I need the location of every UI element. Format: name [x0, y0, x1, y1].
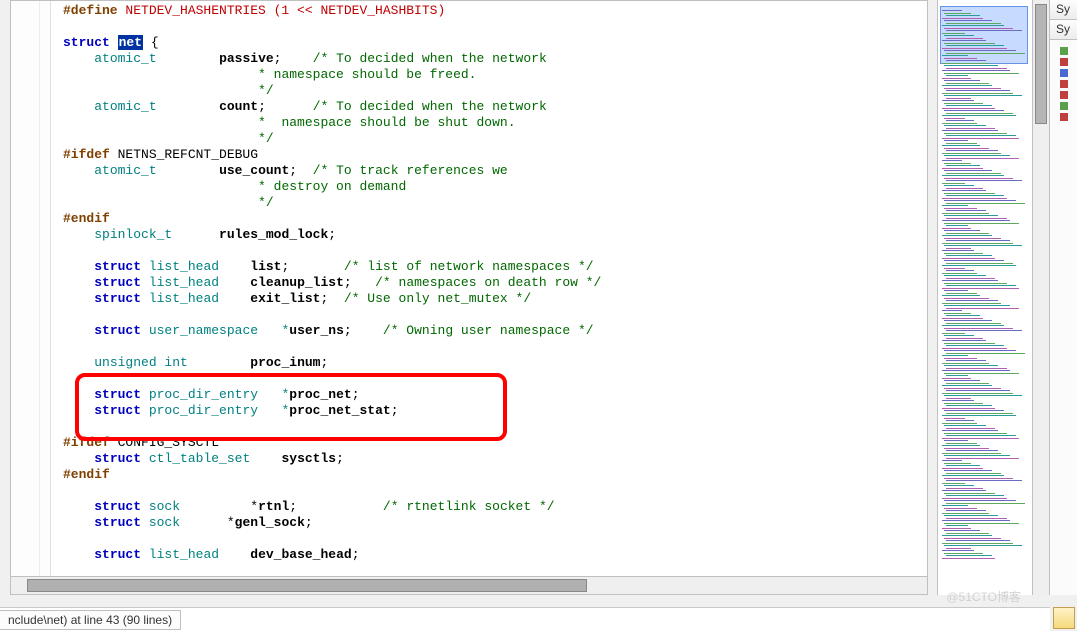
- panel-item-icon: [1060, 69, 1068, 77]
- panel-item-icon: [1060, 80, 1068, 88]
- code-line: * destroy on demand: [63, 179, 927, 195]
- highlighted-struct-name: net: [118, 35, 143, 50]
- code-line: struct sock *genl_sock;: [63, 515, 927, 531]
- code-line: */: [63, 131, 927, 147]
- horizontal-scrollbar[interactable]: [11, 576, 927, 594]
- code-line: struct list_head list; /* list of networ…: [63, 259, 927, 275]
- panel-tab-1[interactable]: Sy: [1050, 0, 1077, 20]
- code-line: struct ctl_table_set sysctls;: [63, 451, 927, 467]
- code-line: struct list_head cleanup_list; /* namesp…: [63, 275, 927, 291]
- code-line: #define NETDEV_HASHENTRIES (1 << NETDEV_…: [63, 3, 927, 19]
- code-line: struct proc_dir_entry *proc_net;: [63, 387, 927, 403]
- symbols-panel: Sy Sy: [1049, 0, 1077, 595]
- code-line: struct user_namespace *user_ns; /* Ownin…: [63, 323, 927, 339]
- panel-item-icon: [1060, 102, 1068, 110]
- status-bar: nclude\net) at line 43 (90 lines): [0, 607, 1050, 631]
- code-line: struct list_head dev_base_head;: [63, 547, 927, 563]
- panel-tab-2[interactable]: Sy: [1050, 20, 1077, 40]
- code-line: struct sock *rtnl; /* rtnetlink socket *…: [63, 499, 927, 515]
- code-line: * namespace should be freed.: [63, 67, 927, 83]
- code-content[interactable]: #define NETDEV_HASHENTRIES (1 << NETDEV_…: [53, 1, 927, 594]
- panel-item-icon: [1060, 113, 1068, 121]
- panel-item-icon: [1060, 91, 1068, 99]
- code-line: #endif: [63, 211, 927, 227]
- code-line: struct list_head exit_list; /* Use only …: [63, 291, 927, 307]
- code-line: unsigned int proc_inum;: [63, 355, 927, 371]
- corner-icon[interactable]: [1053, 607, 1075, 629]
- panel-body: [1050, 40, 1077, 121]
- code-line: struct net {: [63, 35, 927, 51]
- code-line: */: [63, 195, 927, 211]
- code-line: atomic_t passive; /* To decided when the…: [63, 51, 927, 67]
- code-line: * namespace should be shut down.: [63, 115, 927, 131]
- code-line: atomic_t use_count; /* To track referenc…: [63, 163, 927, 179]
- panel-item-icon: [1060, 47, 1068, 55]
- code-line: struct proc_dir_entry *proc_net_stat;: [63, 403, 927, 419]
- code-line: spinlock_t rules_mod_lock;: [63, 227, 927, 243]
- code-editor[interactable]: #define NETDEV_HASHENTRIES (1 << NETDEV_…: [10, 0, 928, 595]
- code-line: #endif: [63, 467, 927, 483]
- vertical-scrollbar-thumb[interactable]: [1035, 4, 1047, 124]
- vertical-scrollbar[interactable]: [1032, 0, 1049, 595]
- horizontal-scrollbar-thumb[interactable]: [27, 579, 587, 592]
- status-location: nclude\net) at line 43 (90 lines): [0, 610, 181, 630]
- code-line: atomic_t count; /* To decided when the n…: [63, 99, 927, 115]
- code-gutter[interactable]: [11, 1, 51, 594]
- code-line: #ifdef CONFIG_SYSCTL: [63, 435, 927, 451]
- code-line: #ifdef NETNS_REFCNT_DEBUG: [63, 147, 927, 163]
- panel-item-icon: [1060, 58, 1068, 66]
- code-minimap[interactable]: [937, 0, 1033, 595]
- code-line: */: [63, 83, 927, 99]
